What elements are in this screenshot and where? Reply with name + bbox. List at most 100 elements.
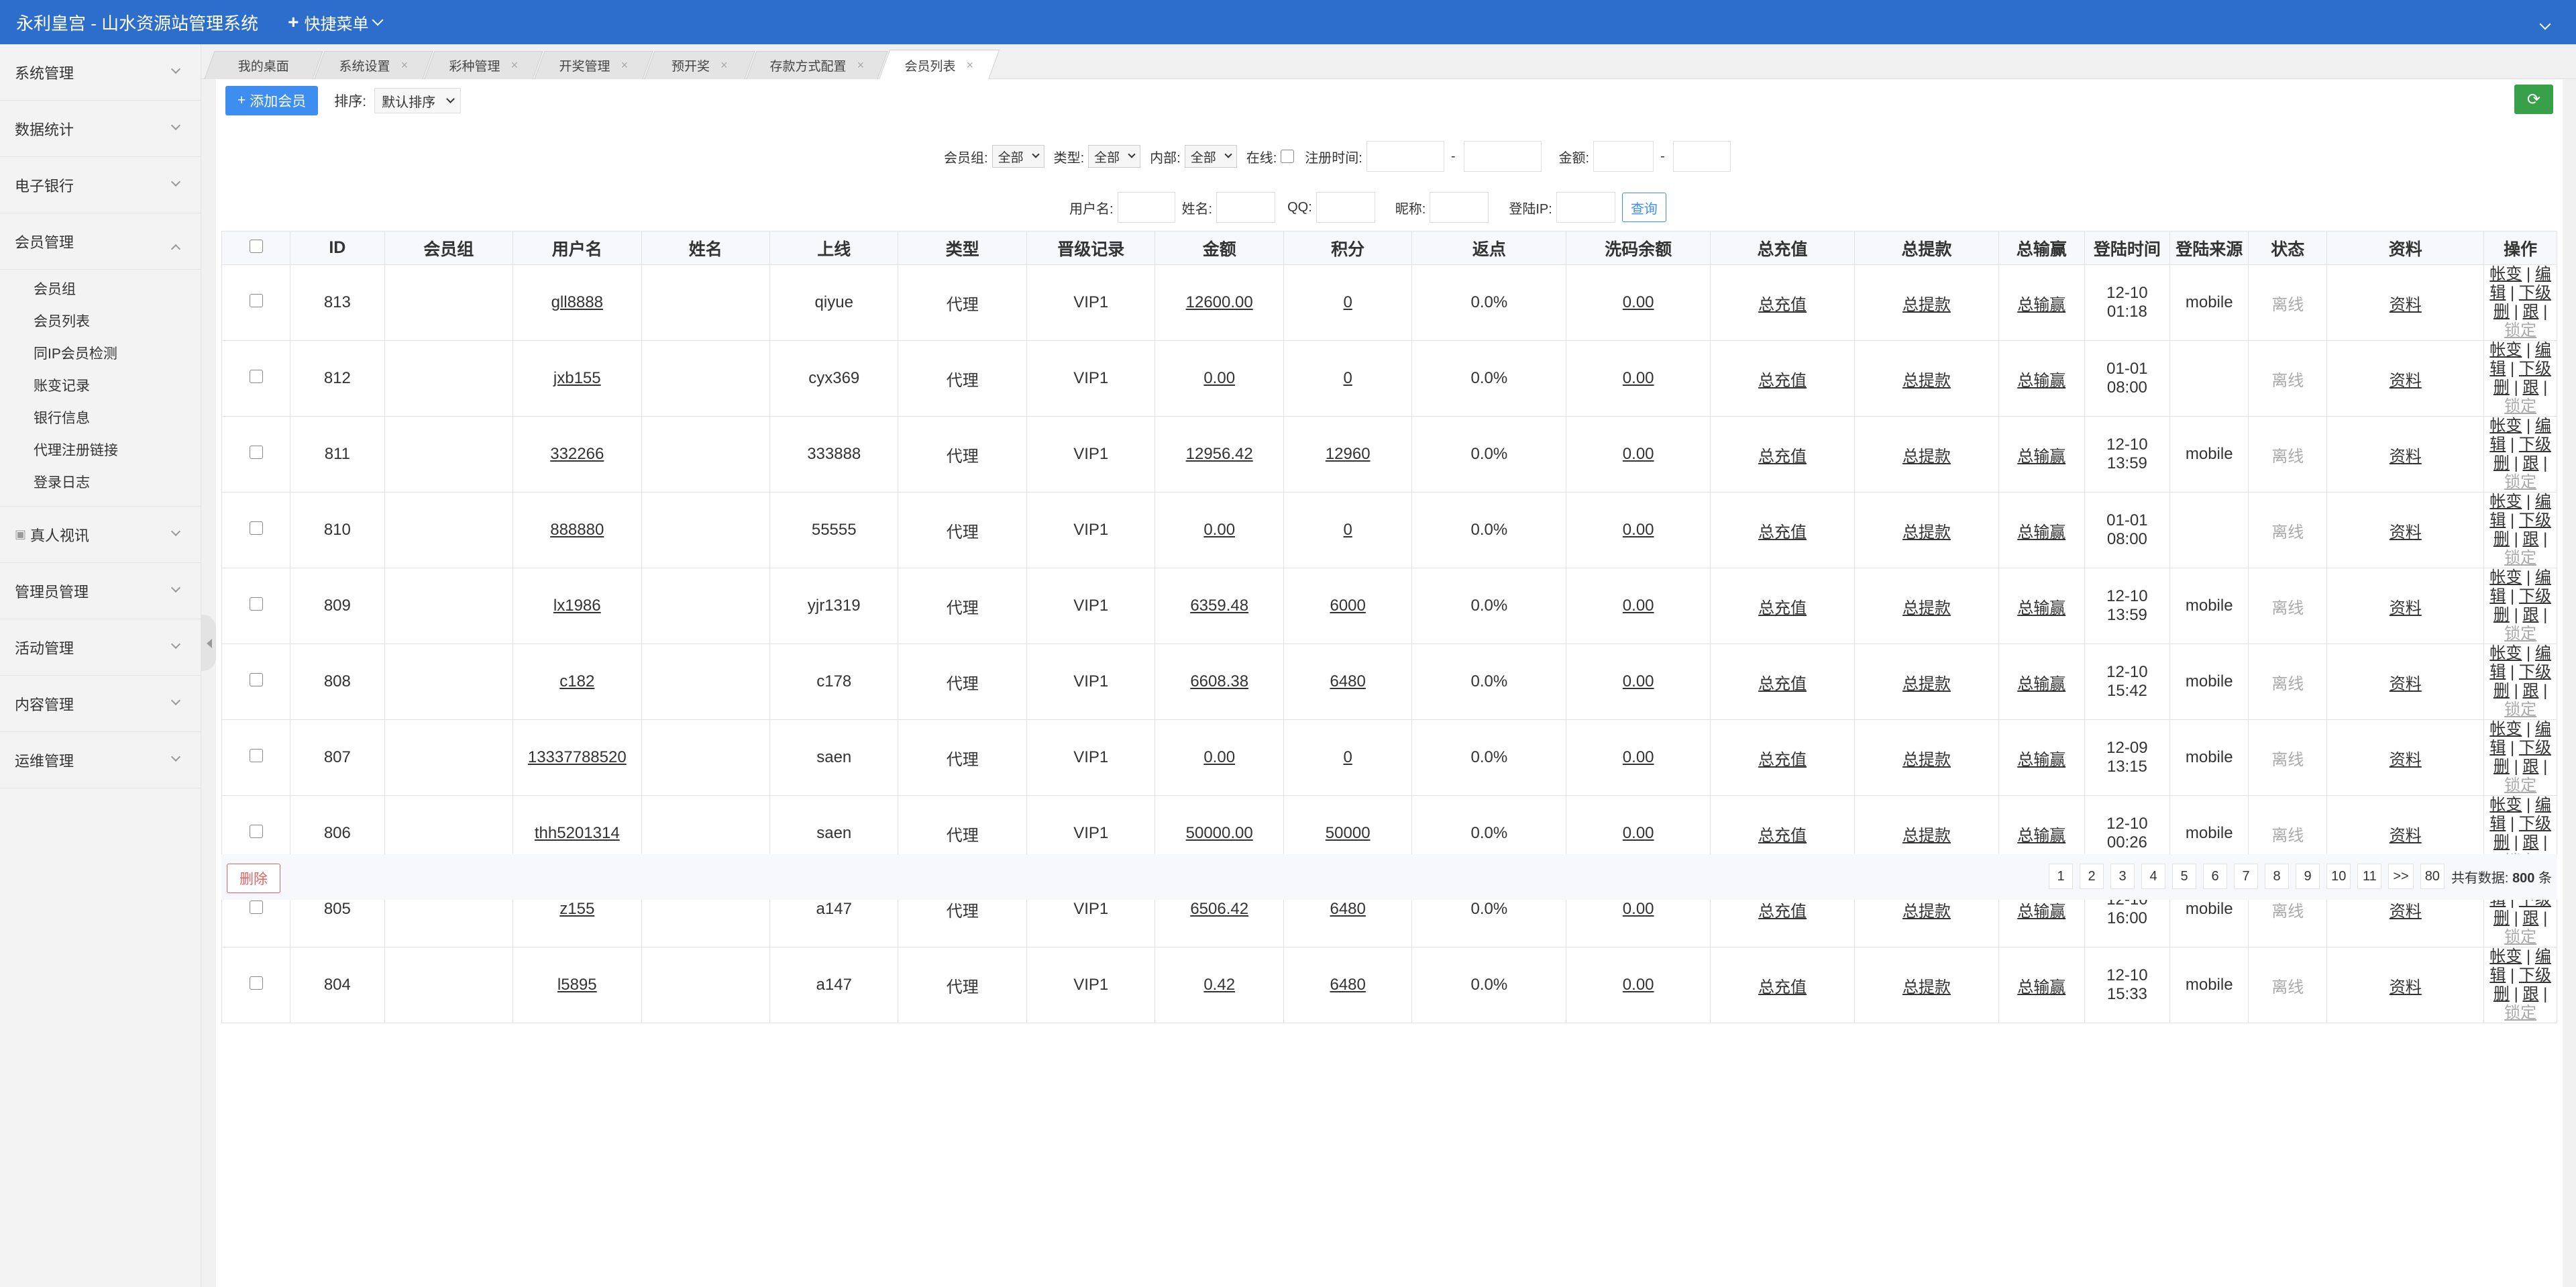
username-link[interactable]: l5895 (557, 976, 597, 994)
col-member-group[interactable]: 会员组 (384, 231, 514, 265)
points-link[interactable]: 0 (1344, 369, 1352, 387)
amount-link[interactable]: 50000.00 (1186, 824, 1253, 842)
row-checkbox[interactable] (249, 370, 263, 383)
info-link[interactable]: 资料 (2390, 599, 2422, 617)
qq-filter-input[interactable] (1316, 192, 1375, 223)
page-button[interactable]: 7 (2234, 864, 2259, 889)
info-link[interactable]: 资料 (2390, 751, 2422, 769)
page-button[interactable]: 6 (2203, 864, 2228, 889)
lock-link[interactable]: 锁定 (2504, 625, 2536, 643)
username-link[interactable]: lx1986 (553, 597, 601, 615)
page-button[interactable]: 4 (2141, 864, 2166, 889)
close-icon[interactable]: × (720, 58, 728, 72)
username-link[interactable]: thh5201314 (535, 824, 620, 842)
group-filter-select[interactable]: 全部 (991, 145, 1044, 168)
amount-max-input[interactable] (1672, 141, 1731, 172)
col-username[interactable]: 用户名 (513, 231, 642, 265)
downline-link[interactable]: 下级 (2519, 966, 2551, 984)
follow-link[interactable]: 跟 (2522, 682, 2538, 700)
total-winloss-link[interactable]: 总输赢 (2017, 448, 2065, 466)
total-withdraw-link[interactable]: 总提款 (1902, 523, 1951, 542)
downline-link[interactable]: 下级 (2519, 663, 2551, 681)
delete-link[interactable]: 删 (2493, 378, 2510, 397)
tab-system-settings[interactable]: 系统设置 × (314, 51, 433, 79)
lock-link[interactable]: 锁定 (2504, 701, 2536, 719)
total-recharge-link[interactable]: 总充值 (1758, 903, 1807, 921)
total-withdraw-link[interactable]: 总提款 (1902, 372, 1951, 390)
total-recharge-link[interactable]: 总充值 (1758, 448, 1807, 466)
info-link[interactable]: 资料 (2390, 675, 2422, 693)
sidebar-group-content[interactable]: 内容管理 (0, 676, 201, 732)
tab-draw-management[interactable]: 开奖管理 × (534, 51, 653, 79)
delete-button[interactable]: 删除 (227, 864, 280, 893)
username-link[interactable]: 332266 (550, 445, 604, 463)
total-withdraw-link[interactable]: 总提款 (1902, 675, 1951, 693)
sidebar-item-agent-links[interactable]: 代理注册链接 (0, 435, 201, 467)
page-button[interactable]: 10 (2326, 864, 2351, 889)
points-link[interactable]: 0 (1344, 293, 1352, 311)
lock-link[interactable]: 锁定 (2504, 549, 2536, 567)
downline-link[interactable]: 下级 (2519, 739, 2551, 757)
total-recharge-link[interactable]: 总充值 (1758, 599, 1807, 617)
col-type[interactable]: 类型 (898, 231, 1027, 265)
row-checkbox[interactable] (249, 521, 263, 535)
tab-lottery-types[interactable]: 彩种管理 × (424, 51, 543, 79)
page-button[interactable]: 5 (2172, 864, 2197, 889)
col-login-time[interactable]: 登陆时间 (2084, 231, 2171, 265)
lock-link[interactable]: 锁定 (2504, 928, 2536, 946)
header-collapse-toggle[interactable] (2539, 12, 2551, 33)
tab-desktop[interactable]: 我的桌面 (204, 51, 323, 79)
amount-link[interactable]: 6506.42 (1190, 900, 1248, 918)
downline-link[interactable]: 下级 (2519, 511, 2551, 529)
close-icon[interactable]: × (857, 58, 865, 72)
amount-link[interactable]: 12956.42 (1186, 445, 1253, 463)
delete-link[interactable]: 删 (2493, 606, 2510, 624)
total-winloss-link[interactable]: 总输赢 (2017, 296, 2065, 314)
total-winloss-link[interactable]: 总输赢 (2017, 903, 2065, 921)
account-change-link[interactable]: 帐变 (2489, 644, 2522, 662)
downline-link[interactable]: 下级 (2519, 435, 2551, 454)
points-link[interactable]: 0 (1344, 521, 1352, 539)
delete-link[interactable]: 删 (2493, 909, 2510, 927)
row-checkbox[interactable] (249, 900, 263, 914)
username-link[interactable]: c182 (559, 672, 594, 690)
sidebar-collapse-handle[interactable] (201, 615, 216, 671)
total-recharge-link[interactable]: 总充值 (1758, 827, 1807, 845)
internal-filter-select[interactable]: 全部 (1184, 145, 1237, 168)
online-checkbox[interactable] (1281, 150, 1295, 163)
points-link[interactable]: 12960 (1326, 445, 1371, 463)
amount-link[interactable]: 0.00 (1203, 369, 1235, 387)
name-filter-input[interactable] (1216, 192, 1276, 223)
total-withdraw-link[interactable]: 总提款 (1902, 827, 1951, 845)
account-change-link[interactable]: 帐变 (2489, 796, 2522, 814)
total-withdraw-link[interactable]: 总提款 (1902, 751, 1951, 769)
regtime-start-input[interactable] (1366, 141, 1444, 172)
points-link[interactable]: 6480 (1330, 900, 1365, 918)
account-change-link[interactable]: 帐变 (2489, 947, 2522, 966)
row-checkbox[interactable] (249, 673, 263, 686)
sidebar-group-members[interactable]: 会员管理 (0, 213, 201, 270)
page-button[interactable]: >> (2388, 864, 2414, 889)
page-button[interactable]: 9 (2296, 864, 2320, 889)
info-link[interactable]: 资料 (2390, 372, 2422, 390)
total-recharge-link[interactable]: 总充值 (1758, 296, 1807, 314)
total-winloss-link[interactable]: 总输赢 (2017, 599, 2065, 617)
downline-link[interactable]: 下级 (2519, 360, 2551, 378)
username-filter-input[interactable] (1117, 192, 1175, 223)
col-info[interactable]: 资料 (2326, 231, 2485, 265)
lock-link[interactable]: 锁定 (2504, 776, 2536, 794)
account-change-link[interactable]: 帐变 (2489, 720, 2522, 738)
sidebar-group-admins[interactable]: 管理员管理 (0, 563, 201, 619)
close-icon[interactable]: × (511, 58, 519, 72)
info-link[interactable]: 资料 (2390, 448, 2422, 466)
follow-link[interactable]: 跟 (2522, 909, 2538, 927)
total-withdraw-link[interactable]: 总提款 (1902, 296, 1951, 314)
col-amount[interactable]: 金额 (1155, 231, 1284, 265)
col-upline[interactable]: 上线 (769, 231, 899, 265)
downline-link[interactable]: 下级 (2519, 587, 2551, 605)
amount-link[interactable]: 0.42 (1203, 976, 1235, 994)
total-recharge-link[interactable]: 总充值 (1758, 372, 1807, 390)
wash-balance-link[interactable]: 0.00 (1623, 293, 1654, 311)
sidebar-group-live-video[interactable]: ▣ 真人视讯 (0, 507, 201, 563)
col-total-winloss[interactable]: 总输赢 (1998, 231, 2085, 265)
